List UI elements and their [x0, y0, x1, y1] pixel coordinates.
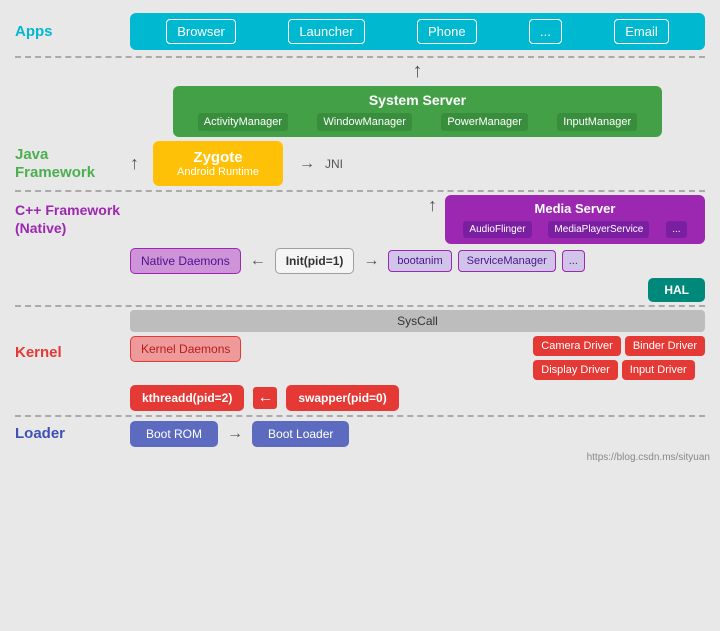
- ss-input: InputManager: [557, 113, 637, 131]
- zygote-subtitle: Android Runtime: [173, 166, 263, 178]
- separator-2: [15, 190, 705, 192]
- kernel-left-col: Kernel Daemons: [130, 336, 241, 362]
- kernel-content: Kernel Daemons Camera Driver Binder Driv…: [130, 336, 705, 411]
- ms-title: Media Server: [455, 201, 695, 216]
- syscall-content: SysCall: [130, 310, 705, 332]
- kernel-bottom: kthreadd(pid=2) ← swapper(pid=0): [130, 385, 705, 411]
- swapper-box: swapper(pid=0): [286, 385, 398, 411]
- kernel-daemons: Kernel Daemons: [130, 336, 241, 362]
- zygote-content: ↑ Zygote Android Runtime → JNI: [130, 141, 705, 186]
- ms-mediaplayer: MediaPlayerService: [548, 221, 649, 238]
- separator-1: [15, 56, 705, 58]
- hal-box: HAL: [648, 278, 705, 302]
- app-ellipsis: ...: [529, 19, 562, 44]
- kernel-drivers-top: Camera Driver Binder Driver: [533, 336, 705, 356]
- separator-3: [15, 305, 705, 307]
- separator-4: [15, 415, 705, 417]
- jni-section: → JNI: [299, 155, 343, 173]
- ss-items: ActivityManager WindowManager PowerManag…: [183, 113, 652, 131]
- zygote-title: Zygote: [173, 149, 263, 166]
- loader-items: Boot ROM → Boot Loader: [130, 421, 705, 447]
- kernel-drivers-bottom: Display Driver Input Driver: [533, 360, 705, 380]
- kernel-right-col: Camera Driver Binder Driver Display Driv…: [533, 336, 705, 380]
- ss-window: WindowManager: [317, 113, 412, 131]
- zygote-row: ↑ Zygote Android Runtime → JNI: [130, 141, 705, 186]
- apps-label: Apps: [15, 23, 130, 41]
- apps-row: Apps Browser Launcher Phone ... Email: [15, 13, 705, 50]
- loader-content: Boot ROM → Boot Loader: [130, 421, 705, 447]
- up-arrow-media: ↑: [428, 195, 437, 244]
- init-row: Native Daemons ← Init(pid=1) → bootanim …: [130, 248, 705, 274]
- camera-driver: Camera Driver: [533, 336, 621, 356]
- binder-driver: Binder Driver: [625, 336, 705, 356]
- init-box: Init(pid=1): [275, 248, 355, 274]
- watermark: https://blog.csdn.ms/sityuan: [587, 452, 710, 463]
- system-server: System Server ActivityManager WindowMana…: [173, 86, 662, 137]
- kernel-top: Kernel Daemons Camera Driver Binder Driv…: [130, 336, 705, 380]
- syscall-bar: SysCall: [130, 310, 705, 332]
- jni-label: JNI: [325, 157, 343, 171]
- native-daemons: Native Daemons: [130, 248, 241, 274]
- ms-items: AudioFlinger MediaPlayerService ...: [455, 221, 695, 238]
- app-phone: Phone: [417, 19, 477, 44]
- media-server: Media Server AudioFlinger MediaPlayerSer…: [445, 195, 705, 244]
- app-launcher: Launcher: [288, 19, 364, 44]
- arrow-kt-sw: ←: [253, 387, 277, 409]
- input-driver: Input Driver: [622, 360, 695, 380]
- arrow-nd-init: ←: [250, 252, 266, 270]
- java-ss-row: System Server ActivityManager WindowMana…: [15, 86, 705, 137]
- zygote-box: Zygote Android Runtime: [153, 141, 283, 186]
- ms-ellipsis: ...: [666, 221, 686, 238]
- loader-label: Loader: [15, 425, 130, 443]
- media-server-area: ↑ Media Server AudioFlinger MediaPlayerS…: [130, 195, 705, 244]
- boot-rom: Boot ROM: [130, 421, 218, 447]
- cpp-ellipsis: ...: [562, 250, 585, 272]
- arrow-apps-ss: ↑: [130, 60, 705, 83]
- java-label-2: Java Framework: [15, 146, 130, 182]
- apps-content: Browser Launcher Phone ... Email: [130, 13, 705, 50]
- cpp-media-row: C++ Framework(Native) ↑ Media Server Aud…: [15, 195, 705, 302]
- loader-row: Loader Boot ROM → Boot Loader: [15, 421, 705, 447]
- arrow-init-boot: →: [363, 252, 379, 270]
- app-email: Email: [614, 19, 669, 44]
- app-browser: Browser: [166, 19, 236, 44]
- diagram: Apps Browser Launcher Phone ... Email ↑ …: [0, 0, 720, 471]
- up-arrow-ss: ↑: [130, 153, 139, 174]
- java-zygote-row: Java Framework ↑ Zygote Android Runtime …: [15, 141, 705, 186]
- cpp-label: C++ Framework(Native): [15, 195, 130, 237]
- ss-title: System Server: [183, 92, 652, 108]
- bootanim-box: bootanim: [388, 250, 451, 272]
- ms-audioflinger: AudioFlinger: [463, 221, 531, 238]
- ss-power: PowerManager: [441, 113, 528, 131]
- syscall-row: SysCall: [15, 310, 705, 332]
- ss-content: System Server ActivityManager WindowMana…: [130, 86, 705, 137]
- kernel-label: Kernel: [15, 336, 130, 362]
- arrow-br-bl: →: [227, 425, 243, 443]
- apps-bar: Browser Launcher Phone ... Email: [130, 13, 705, 50]
- display-driver: Display Driver: [533, 360, 617, 380]
- kernel-row: Kernel Kernel Daemons Camera Driver Bind…: [15, 336, 705, 411]
- ss-activity: ActivityManager: [198, 113, 288, 131]
- boot-loader: Boot Loader: [252, 421, 349, 447]
- cpp-content: ↑ Media Server AudioFlinger MediaPlayerS…: [130, 195, 705, 302]
- kthreadd-box: kthreadd(pid=2): [130, 385, 244, 411]
- service-manager-box: ServiceManager: [458, 250, 556, 272]
- hal-row: HAL: [130, 278, 705, 302]
